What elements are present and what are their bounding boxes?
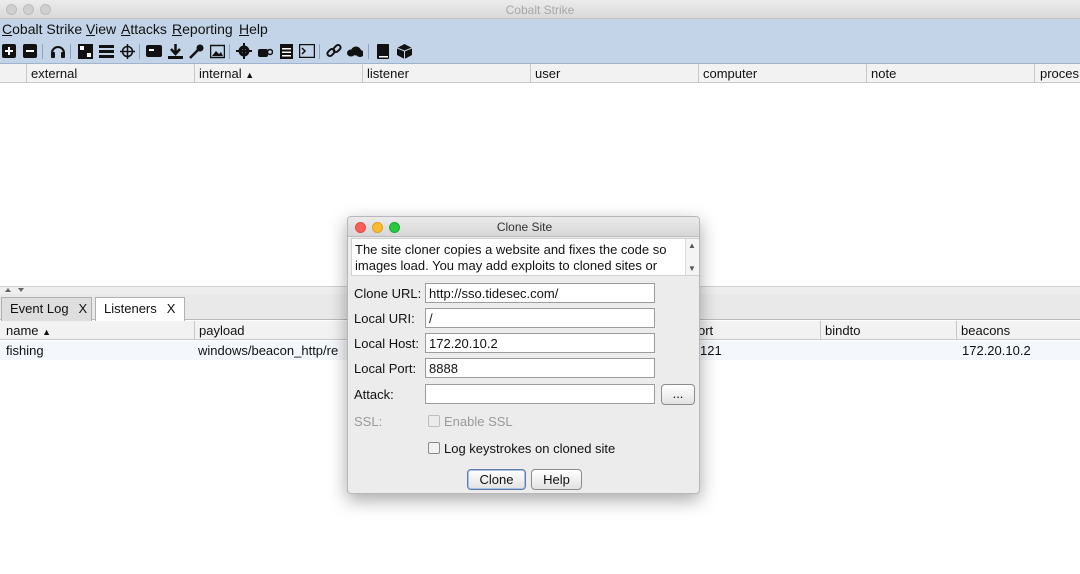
link-icon[interactable] [326,43,342,59]
tab-label: Event Log [10,301,69,316]
cube-icon[interactable] [396,43,412,59]
local-host-label: Local Host: [354,336,420,351]
dialog-title: Clone Site [496,220,553,234]
menu-reporting[interactable]: Reporting [172,21,233,37]
column-header-external[interactable]: external [26,64,194,83]
target-crosshair-icon[interactable] [119,43,135,59]
cell-payload: windows/beacon_http/re [198,343,339,358]
downloads-icon[interactable] [167,43,183,59]
console-icon[interactable] [299,43,315,59]
local-host-input[interactable] [425,333,655,353]
enable-ssl-label: Enable SSL [444,414,513,429]
menu-mnemonic: A [121,21,131,37]
cell-port: 121 [700,343,722,358]
session-table-icon[interactable] [98,43,114,59]
enable-ssl-checkbox[interactable] [428,415,440,427]
column-header-bindto[interactable]: bindto [820,321,956,340]
menu-view[interactable]: View [86,21,116,37]
scroll-down-icon[interactable]: ▼ [688,264,696,273]
clone-url-input[interactable] [425,283,655,303]
local-port-input[interactable] [425,358,655,378]
attack-input[interactable] [425,384,655,404]
menubar: Cobalt Strike View Attacks Reporting Hel… [0,19,1080,40]
description-scrollbar[interactable]: ▲ ▼ [685,239,699,275]
remove-connection-icon[interactable] [22,43,38,59]
screenshots-icon[interactable] [209,43,225,59]
scroll-up-icon[interactable]: ▲ [688,241,696,250]
new-connection-icon[interactable] [1,43,17,59]
menu-attacks[interactable]: Attacks [121,21,167,37]
cell-beacons: 172.20.10.2 [962,343,1031,358]
column-header-user[interactable]: user [530,64,698,83]
column-header-port[interactable]: ort [694,321,820,340]
local-uri-label: Local URI: [354,311,415,326]
window-title-bar: Cobalt Strike [0,0,1080,19]
credentials-icon[interactable] [146,43,162,59]
document-icon[interactable] [278,43,294,59]
column-header-label: internal [199,66,242,81]
menu-help[interactable]: Help [239,21,268,37]
column-header-computer[interactable]: computer [698,64,866,83]
window-title: Cobalt Strike [505,3,575,17]
column-header-label: name [6,323,39,338]
column-header-listener[interactable]: listener [362,64,530,83]
column-header-process[interactable]: proces [1034,64,1080,83]
dialog-title-bar: Clone Site [348,217,699,237]
cell-name: fishing [6,343,44,358]
toolbar [0,40,1080,64]
cloud-icon[interactable] [347,43,363,59]
attack-label: Attack: [354,387,394,402]
cell-bindto [820,341,950,360]
keys-icon[interactable] [188,43,204,59]
attack-browse-button[interactable]: ... [661,384,695,405]
menu-mnemonic: V [86,21,96,37]
ssl-label: SSL: [354,414,383,429]
pivot-graph-icon[interactable] [77,43,93,59]
log-keystrokes-label: Log keystrokes on cloned site [444,441,616,456]
column-header-beacons[interactable]: beacons [956,321,1080,340]
sessions-table-header: external internal ▲ listener user comput… [0,64,1080,83]
column-header-note[interactable]: note [866,64,1034,83]
tab-close-icon[interactable]: X [167,301,176,316]
menu-mnemonic: R [172,21,183,37]
menu-label-rest: obalt Strike [12,21,83,37]
sort-ascending-icon: ▲ [42,327,52,337]
tab-close-icon[interactable]: X [79,301,88,316]
tab-label: Listeners [104,301,157,316]
menu-mnemonic: C [2,21,13,37]
book-icon[interactable] [375,43,391,59]
clone-url-label: Clone URL: [354,286,422,301]
menu-label-rest: elp [249,21,268,37]
log-keystrokes-checkbox[interactable] [428,442,440,454]
tab-event-log[interactable]: Event Log X [1,297,92,321]
tab-listeners[interactable]: Listeners X [95,297,185,322]
help-button[interactable]: Help [531,469,582,490]
menu-label-rest: iew [95,21,117,37]
splitter-arrows-icon[interactable] [4,287,26,293]
clone-site-dialog: Clone Site The site cloner copies a webs… [347,216,700,494]
description-text-area[interactable]: The site cloner copies a website and fix… [351,238,699,276]
local-port-label: Local Port: [354,361,417,376]
menu-cobalt-strike[interactable]: Cobalt Strike [2,21,82,37]
menu-label-rest: ttacks [130,21,167,37]
menu-mnemonic: H [239,21,250,37]
column-header-name[interactable]: name ▲ [0,321,194,340]
column-header-blank[interactable] [0,64,26,83]
description-text: The site cloner copies a website and fix… [355,242,667,273]
local-uri-input[interactable] [425,308,655,328]
coffee-cup-icon[interactable] [257,43,273,59]
sort-ascending-icon: ▲ [245,70,255,80]
clone-button[interactable]: Clone [467,469,526,490]
headset-icon[interactable] [50,43,66,59]
column-header-internal[interactable]: internal ▲ [194,64,362,83]
menu-label-rest: eporting [182,21,233,37]
settings-gear-icon[interactable] [236,43,252,59]
